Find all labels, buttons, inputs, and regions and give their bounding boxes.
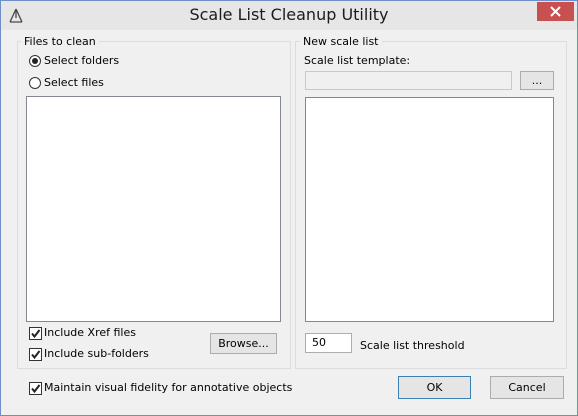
window-title: Scale List Cleanup Utility [189, 5, 389, 24]
browse-button[interactable]: Browse... [210, 333, 277, 354]
new-scale-list-legend: New scale list [300, 35, 382, 48]
checkmark-icon [31, 384, 41, 394]
select-folders-label[interactable]: Select folders [44, 54, 119, 68]
dialog-window: Scale List Cleanup Utility Files to clea… [0, 0, 578, 416]
include-xref-label[interactable]: Include Xref files [44, 326, 136, 340]
select-files-label[interactable]: Select files [44, 76, 104, 90]
radio-selected-dot [32, 58, 38, 64]
close-button[interactable] [537, 2, 574, 21]
include-xref-checkbox-box[interactable] [29, 327, 42, 340]
scale-list-threshold-label: Scale list threshold [360, 339, 465, 352]
scale-list-template-field[interactable] [305, 71, 512, 90]
ok-button[interactable]: OK [398, 376, 471, 399]
checkmark-icon [31, 350, 41, 360]
scale-list-listbox[interactable] [305, 97, 554, 322]
include-subfolders-label[interactable]: Include sub-folders [44, 347, 149, 361]
maintain-visual-fidelity-checkbox-box[interactable] [29, 382, 42, 395]
select-folders-radio-button[interactable] [29, 55, 41, 67]
scale-list-template-label: Scale list template: [304, 54, 411, 67]
maintain-visual-fidelity-label[interactable]: Maintain visual fidelity for annotative … [44, 381, 292, 395]
checkmark-icon [31, 329, 41, 339]
cancel-button[interactable]: Cancel [490, 376, 564, 399]
browse-template-button[interactable]: ... [520, 71, 554, 90]
title-bar[interactable]: Scale List Cleanup Utility [1, 1, 577, 30]
include-subfolders-checkbox-box[interactable] [29, 348, 42, 361]
scale-list-threshold-field[interactable]: 50 [305, 333, 352, 353]
files-listbox[interactable] [26, 96, 281, 322]
select-files-radio-button[interactable] [29, 77, 41, 89]
close-icon [550, 6, 561, 17]
files-to-clean-legend: Files to clean [21, 35, 99, 48]
